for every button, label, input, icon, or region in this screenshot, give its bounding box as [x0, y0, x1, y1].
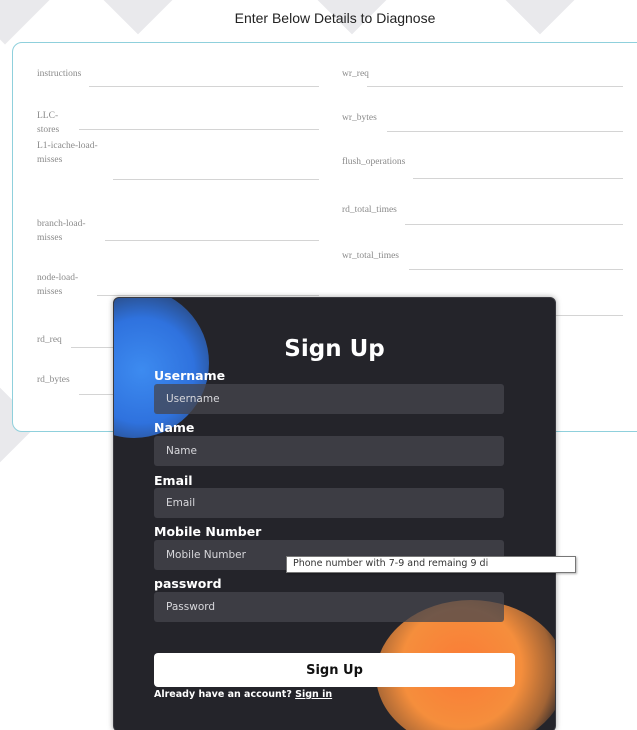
field-rd-bytes: rd_bytes	[37, 373, 70, 387]
field-label: wr_total_times	[342, 251, 399, 261]
mobile-number-label: Mobile Number	[154, 524, 262, 539]
field-label: instructions	[37, 69, 82, 79]
password-input[interactable]	[154, 592, 504, 622]
flush-operations-input[interactable]	[413, 178, 623, 179]
instructions-input[interactable]	[89, 86, 319, 87]
field-llc-stores: LLC- stores	[37, 109, 59, 137]
username-label: Username	[154, 368, 226, 383]
signin-prompt: Already have an account? Sign in	[154, 689, 332, 700]
name-label: Name	[154, 420, 195, 435]
name-input[interactable]	[154, 436, 504, 466]
field-label: rd_bytes	[37, 375, 70, 385]
l1-icache-load-misses-input[interactable]	[113, 179, 319, 180]
field-rd-req: rd_req	[37, 333, 62, 347]
node-load-misses-input[interactable]	[97, 295, 319, 296]
signin-prompt-text: Already have an account?	[154, 689, 292, 700]
email-input[interactable]	[154, 488, 504, 518]
field-label: rd_total_times	[342, 205, 397, 215]
signup-panel: Sign Up Username Name Email Mobile Numbe…	[113, 297, 556, 730]
field-label: node-load- misses	[37, 273, 79, 297]
password-label: password	[154, 576, 222, 591]
field-wr-total-times: wr_total_times	[342, 249, 399, 263]
page-title: Enter Below Details to Diagnose	[234, 10, 436, 26]
field-instructions: instructions	[37, 67, 81, 81]
field-label: rd_req	[37, 335, 62, 345]
signup-button[interactable]: Sign Up	[154, 653, 515, 687]
field-label: wr_bytes	[342, 113, 377, 123]
wr-req-input[interactable]	[367, 86, 623, 87]
signin-link[interactable]: Sign in	[295, 689, 332, 700]
llc-stores-input[interactable]	[79, 129, 319, 130]
field-label: wr_req	[342, 69, 369, 79]
field-flush-operations: flush_operations	[342, 155, 405, 169]
field-rd-total-times: rd_total_times	[342, 203, 397, 217]
mobile-number-tooltip: Phone number with 7-9 and remaing 9 di	[286, 556, 576, 573]
wr-bytes-input[interactable]	[387, 131, 623, 132]
field-node-load-misses: node-load- misses	[37, 271, 78, 299]
field-label: branch-load- misses	[37, 219, 86, 243]
field-branch-load-misses: branch-load- misses	[37, 217, 86, 245]
rd-total-times-input[interactable]	[405, 224, 623, 225]
field-l1-icache-load-misses: L1-icache-load- misses	[37, 139, 98, 167]
wr-total-times-input[interactable]	[409, 269, 623, 270]
extra-field-input[interactable]	[553, 315, 623, 316]
page: Enter Below Details to Diagnose instruct…	[0, 0, 637, 730]
username-input[interactable]	[154, 384, 504, 414]
field-label: flush_operations	[342, 157, 406, 167]
field-wr-req: wr_req	[342, 67, 369, 81]
email-label: Email	[154, 473, 193, 488]
signup-title: Sign Up	[284, 336, 385, 362]
field-label: L1-icache-load- misses	[37, 141, 98, 165]
field-wr-bytes: wr_bytes	[342, 111, 377, 125]
branch-load-misses-input[interactable]	[105, 240, 319, 241]
field-label: LLC- stores	[37, 111, 60, 135]
